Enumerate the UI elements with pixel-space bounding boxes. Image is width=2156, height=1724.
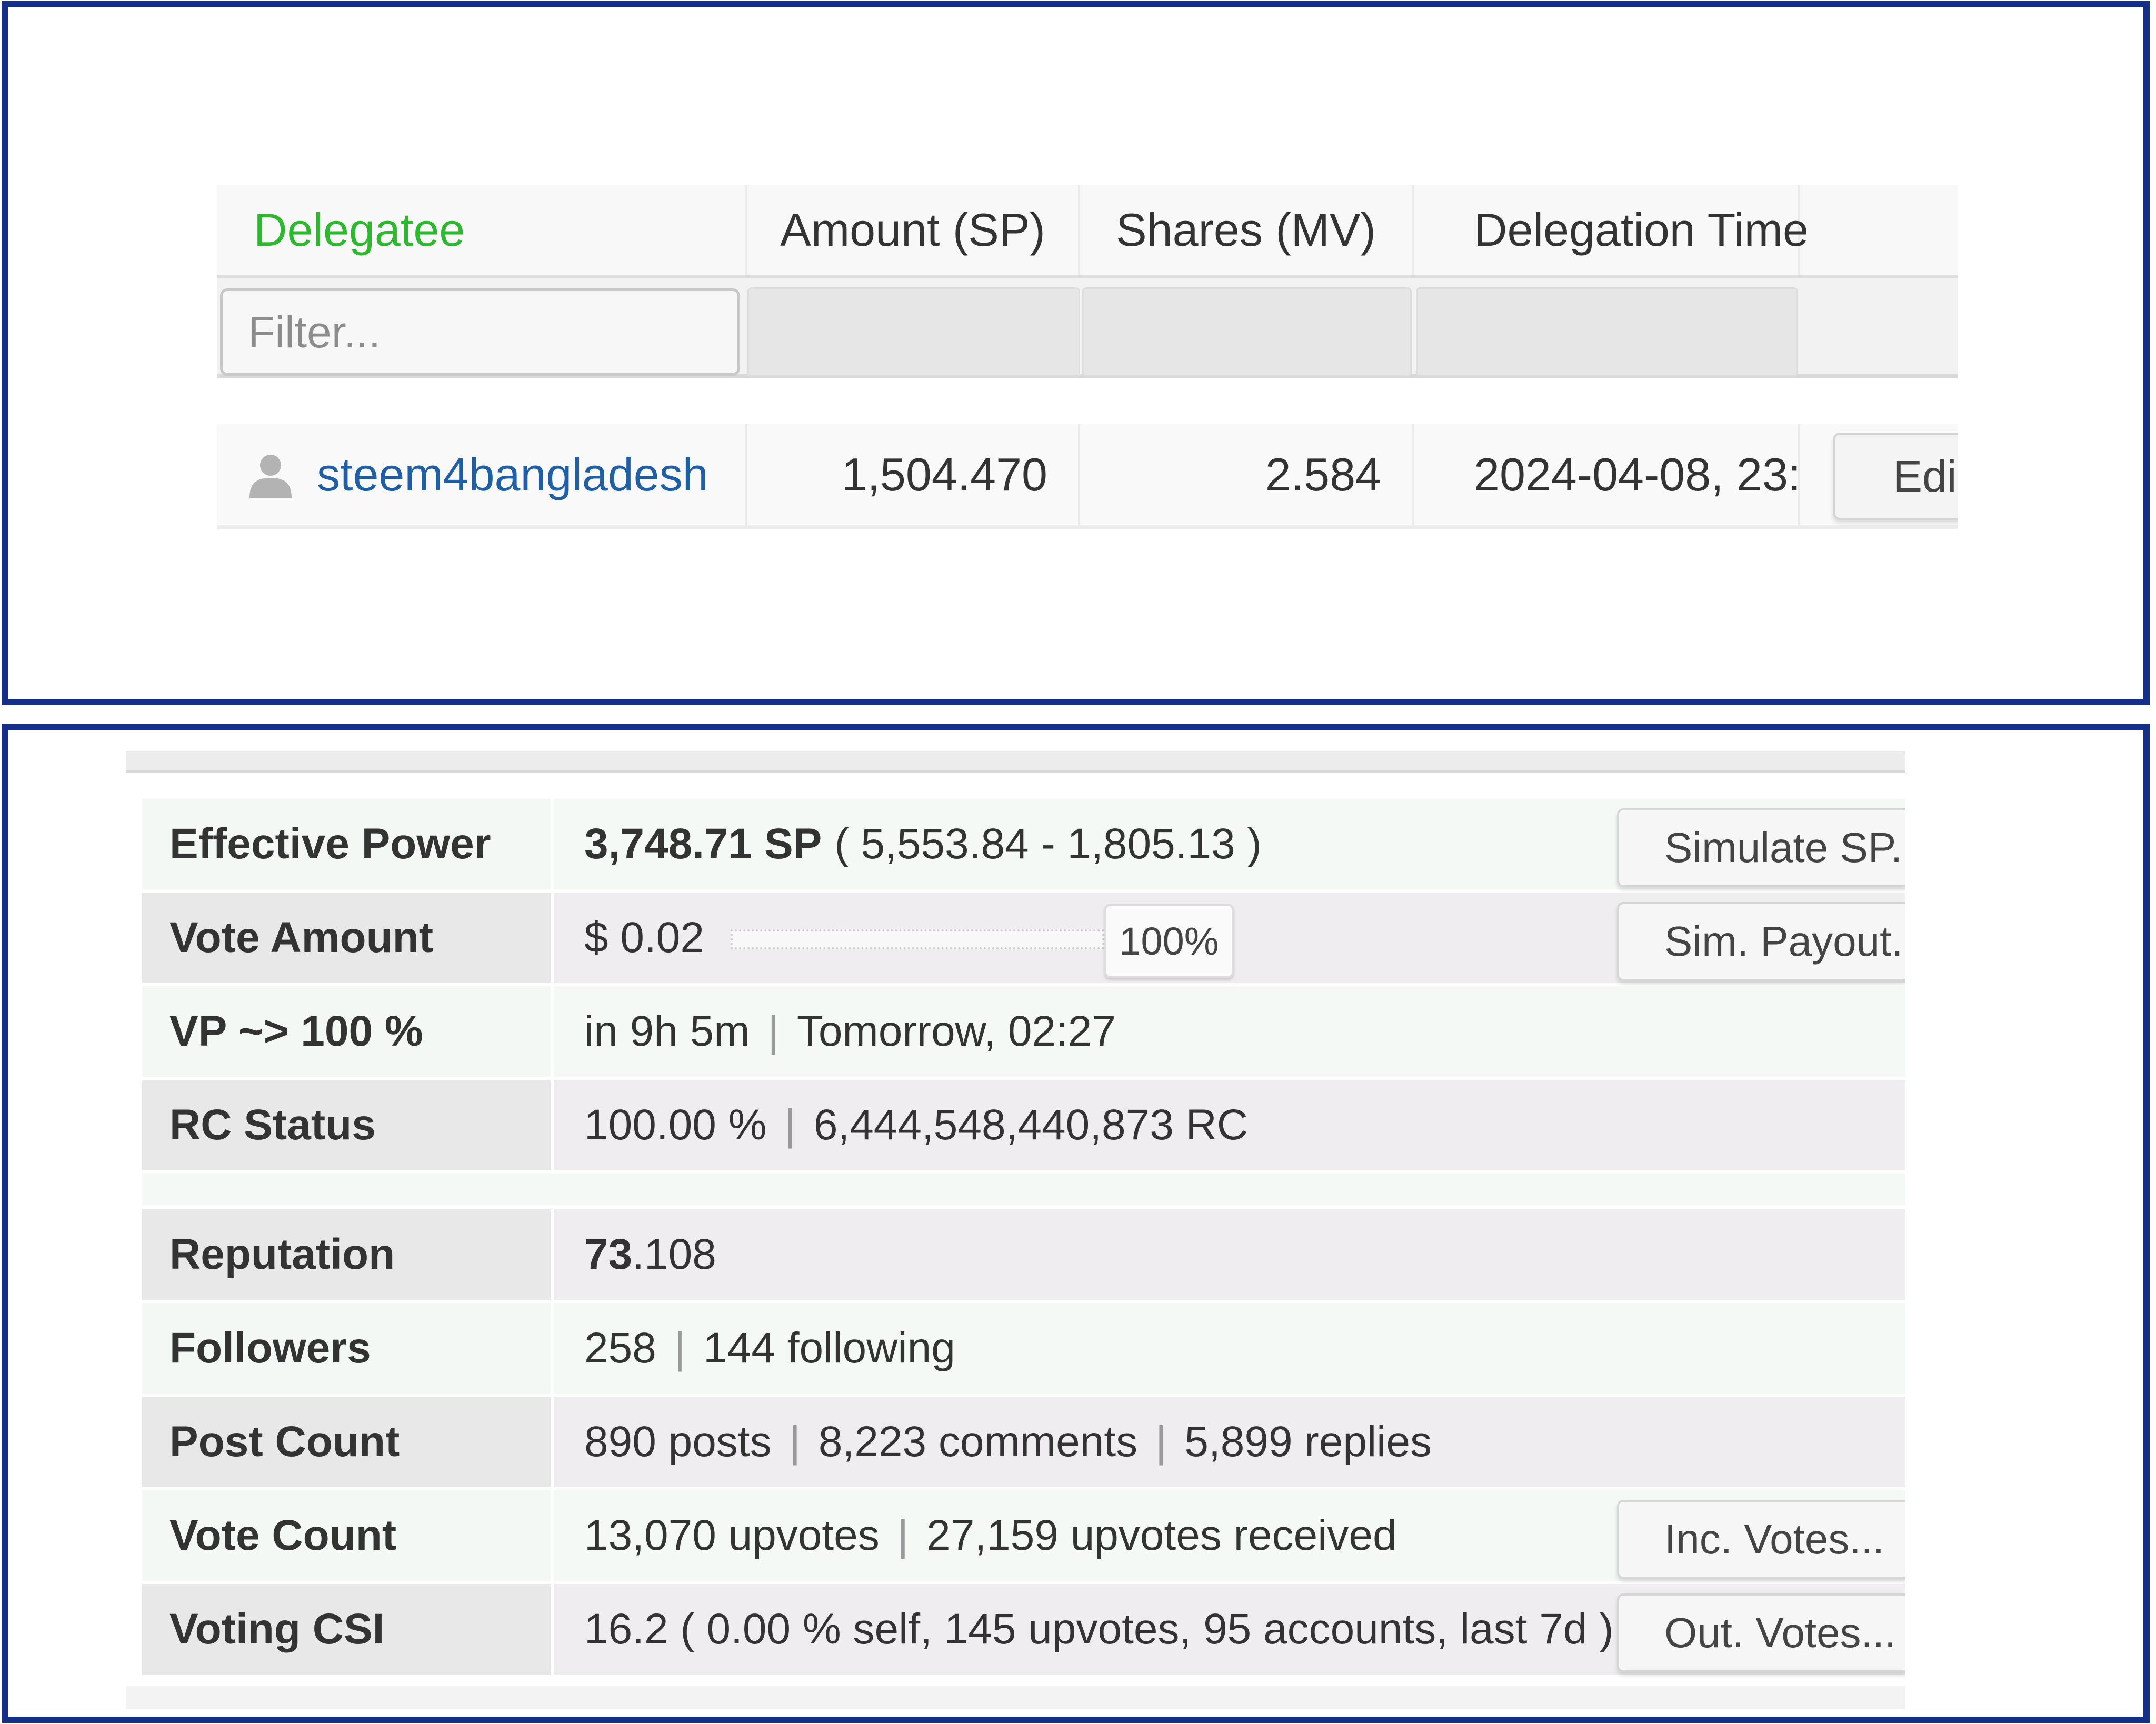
inc-votes-button[interactable]: Inc. Votes... <box>1617 1500 1905 1579</box>
header-delegatee[interactable]: Delegatee <box>217 185 747 275</box>
shares-filter-cell <box>1082 287 1412 377</box>
followers-row: Followers 258 | 144 following <box>142 1303 1905 1394</box>
followers-count: 258 <box>584 1324 656 1372</box>
followers-label: Followers <box>142 1303 554 1394</box>
separator: | <box>784 1101 796 1149</box>
post-count-row: Post Count 890 posts | 8,223 comments | … <box>142 1397 1905 1487</box>
vote-amount-value: $ 0.02 <box>584 914 704 961</box>
separator: | <box>789 1418 801 1466</box>
delegatee-cell: steem4bangladesh <box>217 424 747 525</box>
post-count-label: Post Count <box>142 1397 554 1487</box>
vote-weight-slider-handle[interactable]: 100% <box>1104 904 1234 978</box>
effective-power-value: 3,748.71 SP <box>584 820 822 868</box>
amount-cell: 1,504.470 <box>747 424 1080 525</box>
delegation-time-cell: 2024-04-08, 23: <box>1414 424 1800 525</box>
followers-value-cell: 258 | 144 following <box>557 1303 1905 1394</box>
vp-in: in 9h 5m <box>584 1007 750 1055</box>
voting-csi-label: Voting CSI <box>142 1584 554 1675</box>
account-stats-panel: Effective Power 3,748.71 SP ( 5,553.84 -… <box>2 724 2150 1723</box>
vote-amount-row: Vote Amount $ 0.02 100% Sim. Payout... <box>142 893 1905 983</box>
vote-weight-slider-track[interactable] <box>730 929 1104 949</box>
user-icon <box>249 455 292 498</box>
following-count: 144 following <box>703 1324 955 1372</box>
filter-row <box>217 278 1958 378</box>
upvotes-count: 13,070 upvotes <box>584 1511 880 1559</box>
reputation-minor: .108 <box>632 1230 716 1278</box>
vp-at: Tomorrow, 02:27 <box>796 1007 1116 1055</box>
upvotes-received-count: 27,159 upvotes received <box>926 1511 1397 1559</box>
simulate-sp-button[interactable]: Simulate SP... <box>1617 808 1905 887</box>
reputation-major: 73 <box>584 1230 633 1278</box>
rc-status-value-cell: 100.00 % | 6,444,548,440,873 RC <box>557 1080 1905 1170</box>
sim-payout-button[interactable]: Sim. Payout... <box>1617 902 1905 981</box>
effective-power-label: Effective Power <box>142 799 554 889</box>
voting-csi-row: Voting CSI 16.2 ( 0.00 % self, 145 upvot… <box>142 1584 1905 1675</box>
table-header: Delegatee Amount (SP) Shares (MV) Delega… <box>217 185 1958 278</box>
edit-delegation-button[interactable]: Edi <box>1833 433 1958 520</box>
posts-count: 890 posts <box>584 1418 772 1466</box>
delegatee-filter-input[interactable] <box>220 288 740 376</box>
separator: | <box>674 1324 686 1372</box>
post-count-value-cell: 890 posts | 8,223 comments | 5,899 repli… <box>557 1397 1905 1487</box>
reputation-value-cell: 73.108 <box>557 1209 1905 1300</box>
rc-status-percent: 100.00 % <box>584 1101 767 1149</box>
vote-amount-label: Vote Amount <box>142 893 554 983</box>
header-delegation-time[interactable]: Delegation Time <box>1414 185 1809 275</box>
vote-weight-slider[interactable]: 100% <box>730 896 1234 980</box>
separator: | <box>897 1511 909 1559</box>
section-spacer <box>142 1174 1905 1205</box>
delegation-table: Delegatee Amount (SP) Shares (MV) Delega… <box>217 185 1958 538</box>
table-bottom-border <box>126 1686 1905 1709</box>
comments-count: 8,223 comments <box>818 1418 1138 1466</box>
header-shares[interactable]: Shares (MV) <box>1080 185 1414 275</box>
shares-cell: 2.584 <box>1080 424 1414 525</box>
table-top-border <box>126 751 1905 773</box>
header-actions <box>1800 185 1958 275</box>
rc-status-row: RC Status 100.00 % | 6,444,548,440,873 R… <box>142 1080 1905 1170</box>
out-votes-button[interactable]: Out. Votes... <box>1617 1593 1905 1672</box>
effective-power-row: Effective Power 3,748.71 SP ( 5,553.84 -… <box>142 799 1905 889</box>
rc-status-label: RC Status <box>142 1080 554 1170</box>
header-amount[interactable]: Amount (SP) <box>747 185 1080 275</box>
vote-count-row: Vote Count 13,070 upvotes | 27,159 upvot… <box>142 1490 1905 1581</box>
effective-power-detail: ( 5,553.84 - 1,805.13 ) <box>834 820 1262 868</box>
delegation-panel: Delegatee Amount (SP) Shares (MV) Delega… <box>2 1 2150 705</box>
time-filter-cell <box>1416 287 1798 377</box>
rc-status-amount: 6,444,548,440,873 RC <box>813 1101 1249 1149</box>
reputation-row: Reputation 73.108 <box>142 1209 1905 1300</box>
account-stats-table: Effective Power 3,748.71 SP ( 5,553.84 -… <box>126 730 1905 1709</box>
table-row: steem4bangladesh 1,504.470 2.584 2024-04… <box>217 424 1958 529</box>
vp-row: VP ~> 100 % in 9h 5m | Tomorrow, 02:27 <box>142 986 1905 1077</box>
vp-value-cell: in 9h 5m | Tomorrow, 02:27 <box>557 986 1905 1077</box>
replies-count: 5,899 replies <box>1184 1418 1432 1466</box>
delegatee-link[interactable]: steem4bangladesh <box>317 448 708 502</box>
vp-label: VP ~> 100 % <box>142 986 554 1077</box>
reputation-label: Reputation <box>142 1209 554 1300</box>
separator: | <box>1155 1418 1167 1466</box>
vote-count-label: Vote Count <box>142 1490 554 1581</box>
separator: | <box>767 1007 779 1055</box>
amount-filter-cell <box>747 287 1080 377</box>
